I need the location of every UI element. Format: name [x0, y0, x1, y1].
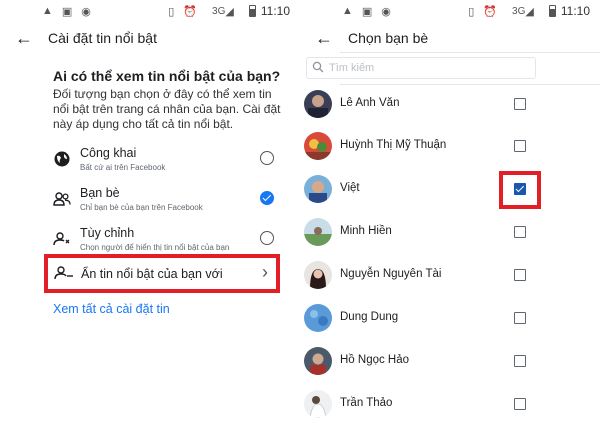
friend-checkbox[interactable]: [514, 140, 526, 152]
hide-person-icon: [54, 264, 74, 286]
section-heading: Ai có thể xem tin nổi bật của bạn?: [53, 68, 281, 84]
radio-friends[interactable]: [260, 191, 274, 205]
friend-checkbox[interactable]: [514, 312, 526, 324]
friend-row-5[interactable]: Nguyễn Nguyên Tài: [300, 255, 600, 297]
avatar: [304, 218, 332, 246]
see-all-story-settings-link[interactable]: Xem tất cả cài đặt tin: [53, 302, 170, 316]
friend-row-7[interactable]: Hồ Ngọc Hảo: [300, 341, 600, 383]
signal-icon: ◢: [525, 5, 534, 18]
status-bar: ▲ ▣ ◉ ▯ ⏰ 3G ◢ 11:10: [300, 0, 600, 22]
clock: 11:10: [560, 4, 590, 18]
friend-name: Minh Hiền: [340, 225, 392, 237]
image-icon: ▣: [361, 5, 373, 18]
app-bar: ← Cài đặt tin nổi bật: [0, 22, 300, 54]
story-settings-screen: ▲ ▣ ◉ ▯ ⏰ 3G ◢ 11:10 ← Cài đặt tin nổi b…: [0, 0, 300, 427]
vibrate-icon: ▯: [468, 5, 475, 18]
search-input[interactable]: [329, 62, 519, 74]
option-title: Tùy chỉnh: [80, 226, 135, 240]
friend-name: Việt: [340, 182, 360, 194]
radio-public[interactable]: [260, 151, 274, 165]
friend-row-8[interactable]: Trần Thảo: [300, 384, 600, 426]
battery-icon: [548, 5, 556, 17]
search-box[interactable]: [306, 57, 536, 79]
option-subtitle: Chọn người để hiển thị tin nổi bật của b…: [80, 243, 230, 252]
status-bar: ▲ ▣ ◉ ▯ ⏰ 3G ◢ 11:10: [0, 0, 300, 22]
app-bar: ← Chọn bạn bè: [300, 22, 600, 54]
option-title: Bạn bè: [80, 186, 120, 200]
friend-checkbox[interactable]: [514, 98, 526, 110]
radio-custom[interactable]: [260, 231, 274, 245]
messenger-icon: ◉: [381, 5, 391, 18]
friend-name: Huỳnh Thị Mỹ Thuận: [340, 139, 447, 151]
friend-name: Trần Thảo: [340, 397, 393, 409]
page-title: Chọn bạn bè: [348, 30, 429, 46]
option-friends[interactable]: Bạn bè Chỉ bạn bè của bạn trên Facebook: [48, 186, 280, 222]
avatar: [304, 347, 332, 375]
avatar: [304, 390, 332, 418]
friend-name: Nguyễn Nguyên Tài: [340, 268, 442, 280]
friend-name: Hồ Ngọc Hảo: [340, 354, 410, 366]
page-title: Cài đặt tin nổi bật: [48, 30, 157, 46]
friend-row-3[interactable]: Việt: [300, 169, 600, 211]
highlight-box: [499, 171, 541, 209]
back-arrow-icon[interactable]: ←: [300, 28, 342, 49]
friend-row-4[interactable]: Minh Hiền: [300, 212, 600, 254]
option-public[interactable]: Công khai Bất cứ ai trên Facebook: [48, 146, 280, 182]
friend-name: Dung Dung: [340, 311, 399, 323]
avatar: [304, 132, 332, 160]
option-subtitle: Chỉ bạn bè của bạn trên Facebook: [80, 203, 203, 212]
warning-icon: ▲: [342, 5, 353, 17]
section-description: Đối tượng bạn chọn ở đây có thể xem tin …: [53, 87, 281, 131]
globe-icon: [52, 150, 72, 170]
clock: 11:10: [260, 4, 290, 18]
network-label: 3G: [512, 5, 526, 17]
battery-icon: [248, 5, 256, 17]
choose-friends-screen: ▲ ▣ ◉ ▯ ⏰ 3G ◢ 11:10 ← Chọn bạn bè Lê An…: [300, 0, 600, 427]
divider: [340, 52, 600, 53]
search-icon: [307, 61, 329, 76]
warning-icon: ▲: [42, 5, 53, 17]
alarm-icon: ⏰: [483, 5, 498, 18]
friend-row-1[interactable]: Lê Anh Văn: [300, 84, 600, 126]
hide-row-title: Ẩn tin nổi bật của bạn với: [81, 267, 223, 281]
friend-checkbox[interactable]: [514, 226, 526, 238]
back-arrow-icon[interactable]: ←: [0, 28, 42, 49]
friend-checkbox[interactable]: [514, 398, 526, 410]
network-label: 3G: [212, 5, 226, 17]
friends-icon: [52, 190, 72, 210]
friend-checkbox[interactable]: [514, 269, 526, 281]
friend-name: Lê Anh Văn: [340, 97, 400, 109]
signal-icon: ◢: [225, 5, 234, 18]
custom-person-icon: [52, 230, 72, 250]
chevron-right-icon: ›: [262, 262, 268, 282]
hide-story-from-row[interactable]: Ẩn tin nổi bật của bạn với ›: [44, 254, 280, 293]
option-title: Công khai: [80, 146, 137, 160]
vibrate-icon: ▯: [168, 5, 175, 18]
avatar: [304, 175, 332, 203]
avatar: [304, 90, 332, 118]
image-icon: ▣: [61, 5, 73, 18]
avatar: [304, 304, 332, 332]
avatar: [304, 261, 332, 289]
friend-checkbox[interactable]: [514, 355, 526, 367]
messenger-icon: ◉: [81, 5, 91, 18]
friend-row-6[interactable]: Dung Dung: [300, 298, 600, 340]
alarm-icon: ⏰: [183, 5, 198, 18]
option-subtitle: Bất cứ ai trên Facebook: [80, 163, 166, 172]
friend-row-2[interactable]: Huỳnh Thị Mỹ Thuận: [300, 126, 600, 168]
